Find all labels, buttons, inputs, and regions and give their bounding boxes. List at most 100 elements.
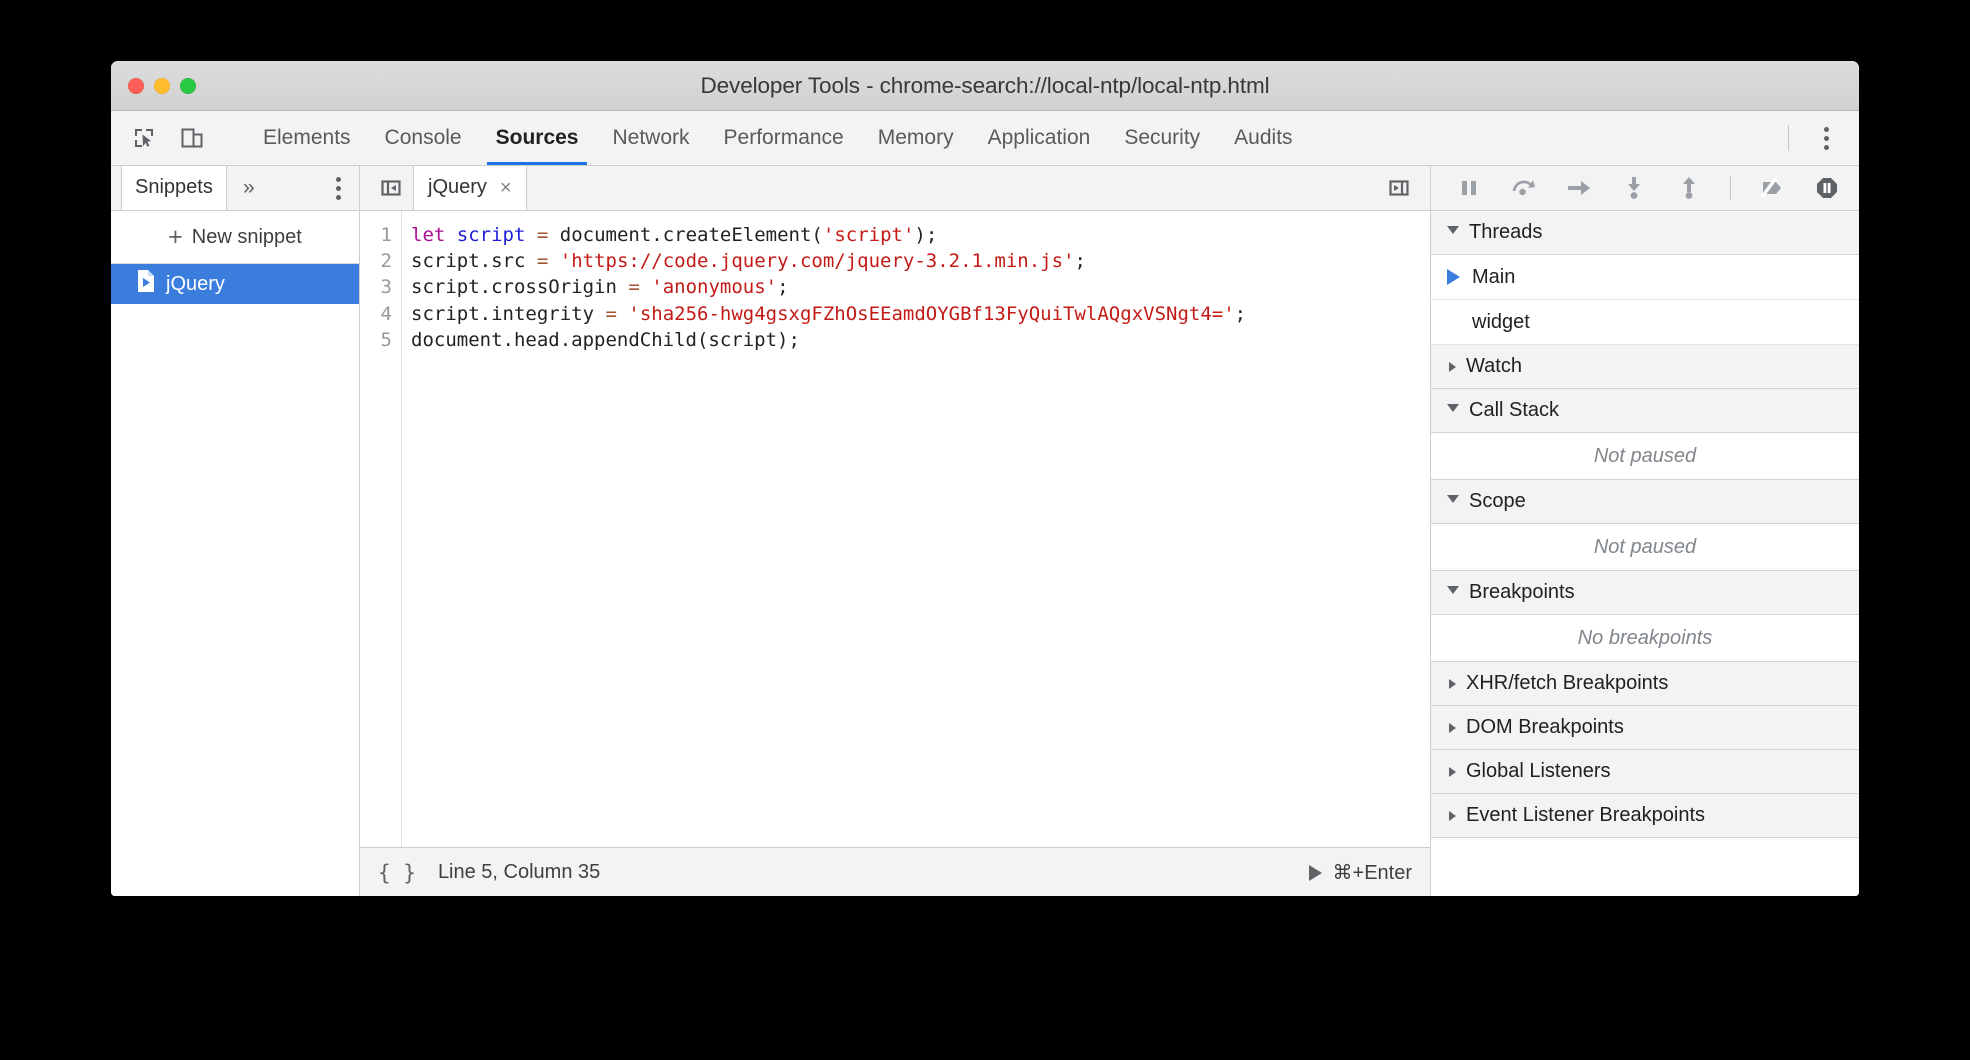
section-scope[interactable]: Scope: [1431, 480, 1859, 524]
code-token: =: [537, 250, 548, 272]
call-stack-empty-message: Not paused: [1431, 433, 1859, 480]
step-icon[interactable]: [1563, 172, 1595, 204]
zoom-button[interactable]: [180, 78, 196, 94]
close-button[interactable]: [128, 78, 144, 94]
code-token: [640, 276, 651, 298]
window-titlebar: Developer Tools - chrome-search://local-…: [111, 61, 1859, 111]
line-number: 5: [360, 327, 392, 353]
more-options-icon[interactable]: [1809, 119, 1843, 157]
snippet-item-jquery[interactable]: jQuery: [111, 264, 359, 304]
line-number: 4: [360, 301, 392, 327]
traffic-lights: [128, 78, 196, 94]
tab-label: Security: [1124, 126, 1200, 150]
code-token: 'https://code.jquery.com/jquery-3.2.1.mi…: [560, 250, 1075, 272]
section-title: Threads: [1469, 221, 1542, 244]
new-snippet-label: New snippet: [192, 226, 302, 249]
tab-security[interactable]: Security: [1107, 111, 1217, 165]
chevron-right-icon: [1449, 679, 1456, 689]
resume-script-execution-icon[interactable]: [1453, 172, 1485, 204]
section-threads[interactable]: Threads: [1431, 211, 1859, 255]
code-editor[interactable]: 12345 let script = document.createElemen…: [360, 211, 1430, 847]
minimize-button[interactable]: [154, 78, 170, 94]
debugger-pane: Threads Main widget Watch Call Stack Not…: [1431, 166, 1859, 896]
navigator-tab-snippets[interactable]: Snippets: [121, 165, 227, 210]
navigator-pane: Snippets » + New snippet jQuery: [111, 166, 360, 896]
step-out-of-current-function-icon[interactable]: [1673, 172, 1705, 204]
navigator-more-options-icon[interactable]: [317, 166, 359, 210]
toolbar-divider: [1788, 125, 1789, 151]
code-token: );: [914, 224, 937, 246]
code-token: ;: [1235, 303, 1246, 325]
code-line[interactable]: script.src = 'https://code.jquery.com/jq…: [411, 248, 1246, 274]
section-xhr-fetch-breakpoints[interactable]: XHR/fetch Breakpoints: [1431, 662, 1859, 706]
current-thread-icon: [1447, 269, 1460, 285]
more-tabs-icon[interactable]: »: [227, 166, 271, 210]
section-call-stack[interactable]: Call Stack: [1431, 389, 1859, 433]
code-line[interactable]: let script = document.createElement('scr…: [411, 222, 1246, 248]
navigator-tab-label: Snippets: [135, 176, 213, 199]
close-icon[interactable]: ×: [500, 178, 512, 198]
code-token: script.src: [411, 250, 537, 272]
code-token: [445, 224, 456, 246]
pause-on-exceptions-icon[interactable]: [1811, 172, 1843, 204]
section-title: Global Listeners: [1466, 760, 1611, 783]
tab-memory[interactable]: Memory: [861, 111, 971, 165]
breakpoints-empty-message: No breakpoints: [1431, 615, 1859, 662]
thread-label: Main: [1472, 266, 1515, 289]
sources-panel: Snippets » + New snippet jQuery: [111, 166, 1859, 896]
code-content[interactable]: let script = document.createElement('scr…: [402, 211, 1246, 847]
tab-label: Memory: [878, 126, 954, 150]
editor-tab-jquery[interactable]: jQuery ×: [413, 165, 527, 210]
scope-empty-message: Not paused: [1431, 524, 1859, 571]
tab-console[interactable]: Console: [368, 111, 479, 165]
snippet-file-icon: [136, 270, 155, 298]
code-token: script.integrity: [411, 303, 605, 325]
tab-label: Network: [612, 126, 689, 150]
thread-row-widget[interactable]: widget: [1431, 300, 1859, 345]
section-global-listeners[interactable]: Global Listeners: [1431, 750, 1859, 794]
code-token: 'anonymous': [651, 276, 777, 298]
code-line[interactable]: script.integrity = 'sha256-hwg4gsxgFZhOs…: [411, 301, 1246, 327]
section-title: Breakpoints: [1469, 581, 1575, 604]
code-line[interactable]: document.head.appendChild(script);: [411, 327, 1246, 353]
debugger-toolbar-divider: [1730, 176, 1731, 200]
tab-label: Elements: [263, 126, 351, 150]
code-token: =: [537, 224, 548, 246]
tab-audits[interactable]: Audits: [1217, 111, 1309, 165]
step-into-next-function-call-icon[interactable]: [1618, 172, 1650, 204]
section-title: XHR/fetch Breakpoints: [1466, 672, 1668, 695]
pretty-print-icon[interactable]: { }: [378, 861, 416, 885]
code-token: let: [411, 224, 445, 246]
code-token: ;: [1075, 250, 1086, 272]
step-over-next-function-call-icon[interactable]: [1508, 172, 1540, 204]
main-tabbar: Elements Console Sources Network Perform…: [111, 111, 1859, 166]
run-snippet-icon: [1309, 865, 1322, 881]
show-debugger-icon[interactable]: [1377, 166, 1421, 210]
editor-tab-label: jQuery: [428, 176, 487, 199]
deactivate-breakpoints-icon[interactable]: [1756, 172, 1788, 204]
chevron-down-icon: [1447, 586, 1459, 599]
section-breakpoints[interactable]: Breakpoints: [1431, 571, 1859, 615]
code-token: =: [628, 276, 639, 298]
tab-sources[interactable]: Sources: [479, 111, 596, 165]
editor-statusbar: { } Line 5, Column 35 ⌘+Enter: [360, 847, 1430, 896]
section-event-listener-breakpoints[interactable]: Event Listener Breakpoints: [1431, 794, 1859, 838]
chevron-right-icon: [1449, 811, 1456, 821]
code-line[interactable]: script.crossOrigin = 'anonymous';: [411, 274, 1246, 300]
tab-label: Application: [988, 126, 1091, 150]
tab-label: Performance: [724, 126, 844, 150]
thread-row-main[interactable]: Main: [1431, 255, 1859, 300]
show-navigator-icon[interactable]: [369, 166, 413, 210]
section-watch[interactable]: Watch: [1431, 345, 1859, 389]
section-dom-breakpoints[interactable]: DOM Breakpoints: [1431, 706, 1859, 750]
new-snippet-button[interactable]: + New snippet: [111, 211, 359, 264]
main-tabbar-right: [1788, 111, 1859, 165]
tab-network[interactable]: Network: [595, 111, 706, 165]
tab-application[interactable]: Application: [971, 111, 1108, 165]
tab-performance[interactable]: Performance: [707, 111, 861, 165]
tab-elements[interactable]: Elements: [246, 111, 368, 165]
device-toolbar-icon[interactable]: [173, 119, 211, 157]
window-title: Developer Tools - chrome-search://local-…: [111, 73, 1859, 99]
inspect-element-icon[interactable]: [125, 119, 163, 157]
run-snippet-button[interactable]: ⌘+Enter: [1309, 860, 1412, 885]
